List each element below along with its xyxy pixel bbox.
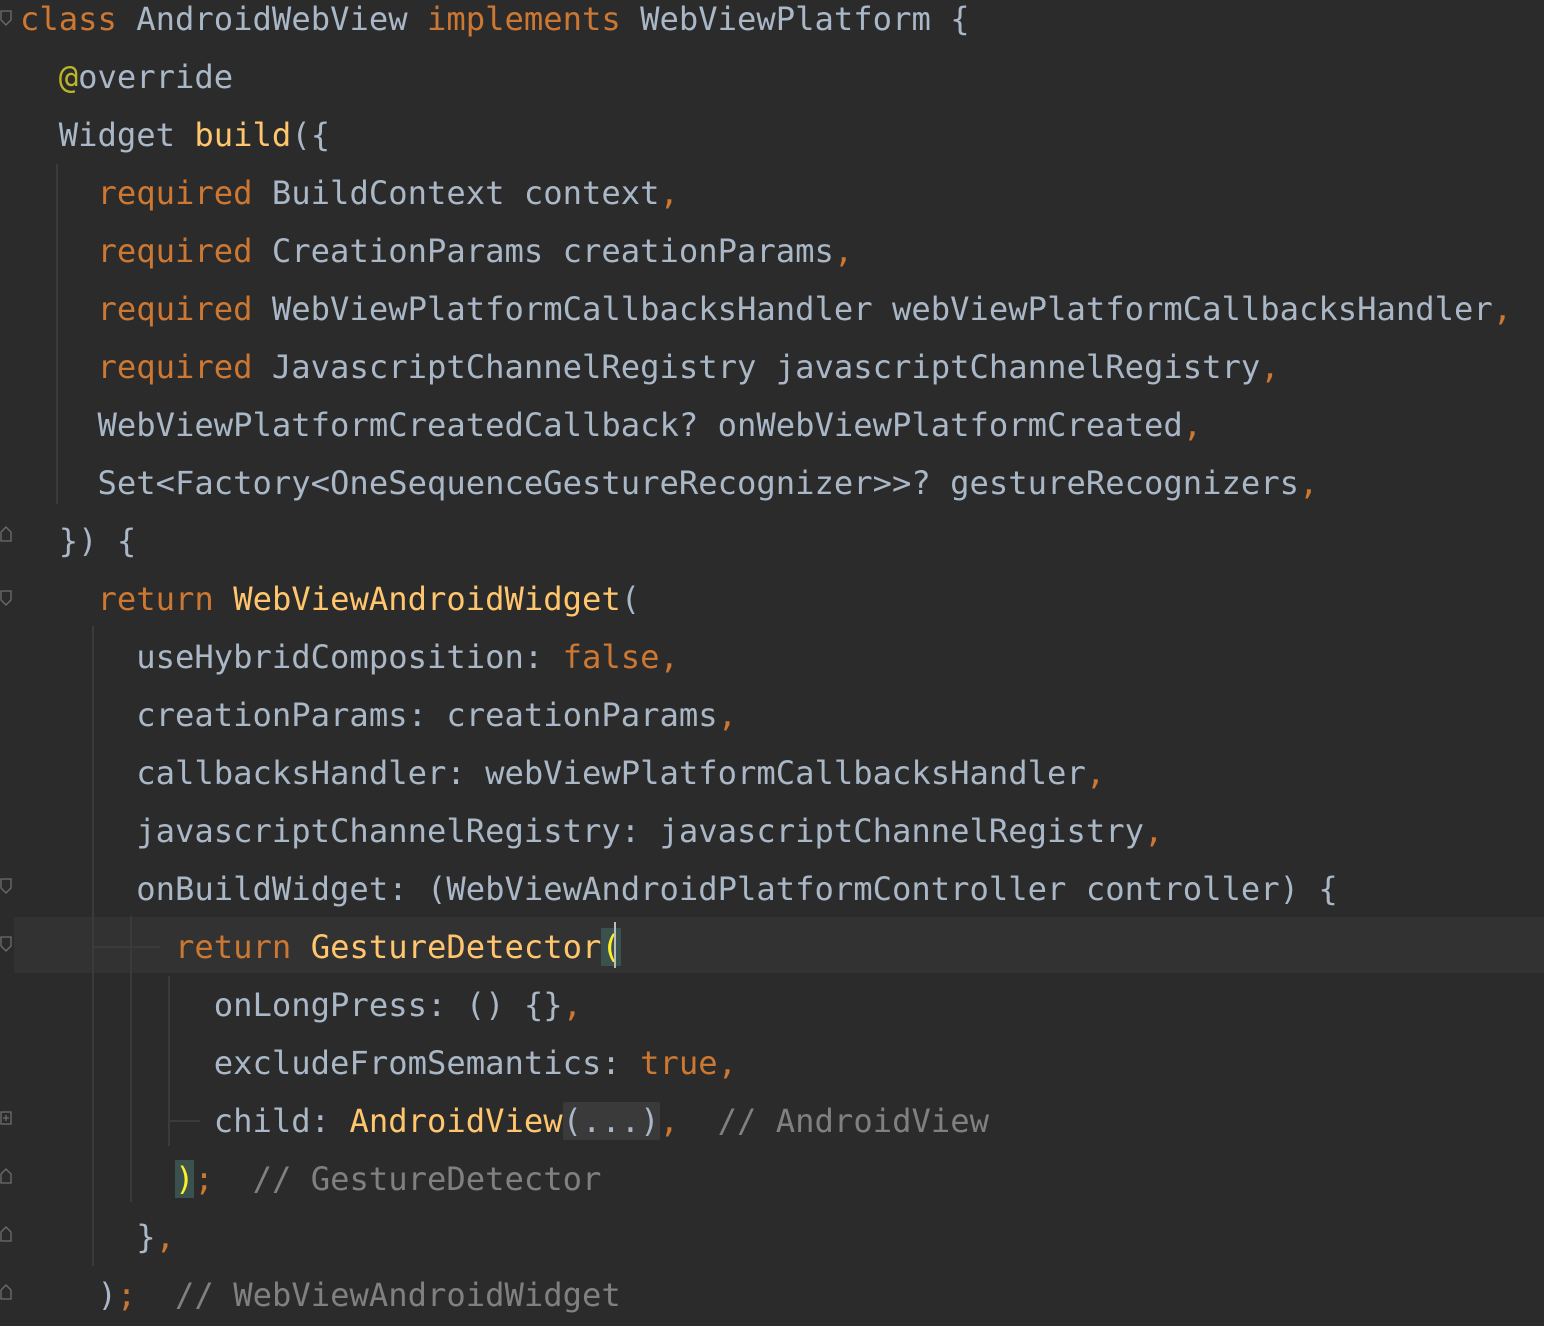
code-token: return — [20, 928, 292, 966]
code-token: , — [1492, 290, 1513, 328]
code-token: true — [640, 1044, 718, 1082]
code-line[interactable]: excludeFromSemantics: true, — [20, 1034, 737, 1092]
code-comment: // AndroidView — [678, 1102, 989, 1140]
code-line[interactable]: javascriptChannelRegistry: javascriptCha… — [20, 802, 1163, 860]
code-token: return — [20, 580, 214, 618]
text-caret — [614, 922, 616, 968]
code-token: ({ — [291, 116, 331, 154]
code-token: required — [20, 174, 253, 212]
code-token: WebViewPlatformCallbacksHandler webViewP… — [252, 290, 1493, 328]
code-token: excludeFromSemantics: — [20, 1044, 641, 1082]
code-token: WebViewPlatformCreatedCallback? onWebVie… — [20, 406, 1183, 444]
code-token: class — [20, 0, 117, 38]
code-token: WebViewAndroidWidget — [233, 580, 621, 618]
code-token: build — [194, 116, 292, 154]
code-line[interactable]: creationParams: creationParams, — [20, 686, 737, 744]
code-token: callbacksHandler: webViewPlatformCallbac… — [20, 754, 1086, 792]
code-token: creationParams: creationParams — [20, 696, 718, 734]
code-line[interactable]: }, — [20, 1208, 175, 1266]
code-line[interactable]: }) { — [20, 512, 137, 570]
code-token: child: — [20, 1102, 350, 1140]
code-line[interactable]: required CreationParams creationParams, — [20, 222, 854, 280]
code-token: useHybridComposition: — [20, 638, 563, 676]
code-line[interactable]: Widget build({ — [20, 106, 330, 164]
code-token: WebViewPlatform { — [620, 0, 970, 38]
code-line[interactable]: class AndroidWebView implements WebViewP… — [20, 0, 970, 48]
fold-marker-icon[interactable] — [0, 1284, 12, 1300]
code-token: required — [20, 348, 253, 386]
code-token: BuildContext context — [252, 174, 660, 212]
code-token: ( — [620, 580, 641, 618]
folded-region[interactable]: (...) — [562, 1102, 660, 1140]
code-token: , — [833, 232, 854, 270]
code-token: , — [1143, 812, 1164, 850]
code-line[interactable]: return GestureDetector( — [20, 918, 621, 976]
code-line[interactable]: onBuildWidget: (WebViewAndroidPlatformCo… — [20, 860, 1338, 918]
code-line[interactable]: required JavascriptChannelRegistry javas… — [20, 338, 1280, 396]
code-token: onLongPress: () {} — [20, 986, 563, 1024]
fold-marker-icon[interactable] — [0, 1226, 12, 1242]
code-token: , — [659, 174, 679, 212]
code-token: CreationParams creationParams — [252, 232, 834, 270]
code-token: @ — [20, 58, 79, 96]
code-token: ; — [194, 1160, 214, 1198]
code-token: GestureDetector — [310, 928, 602, 966]
code-token: , — [1298, 464, 1319, 502]
code-token: ( — [601, 928, 621, 966]
code-token: , — [717, 1044, 738, 1082]
code-token: required — [20, 232, 253, 270]
code-token: required — [20, 290, 253, 328]
code-token: javascriptChannelRegistry: javascriptCha… — [20, 812, 1144, 850]
fold-marker-icon[interactable] — [0, 10, 12, 26]
fold-marker-icon[interactable] — [0, 1168, 12, 1184]
code-token: , — [155, 1218, 176, 1256]
editor-gutter — [0, 0, 14, 1326]
code-line[interactable]: callbacksHandler: webViewPlatformCallbac… — [20, 744, 1105, 802]
fold-marker-icon[interactable] — [0, 590, 12, 606]
fold-marker-icon[interactable] — [0, 936, 12, 952]
fold-expand-icon[interactable] — [0, 1110, 12, 1126]
code-token: Set<Factory<OneSequenceGestureRecognizer… — [20, 464, 1299, 502]
code-line[interactable]: onLongPress: () {}, — [20, 976, 582, 1034]
code-line[interactable]: required BuildContext context, — [20, 164, 679, 222]
code-line[interactable]: required WebViewPlatformCallbacksHandler… — [20, 280, 1513, 338]
code-editor[interactable]: class AndroidWebView implements WebViewP… — [0, 0, 1544, 1326]
code-token: implements — [426, 0, 621, 38]
fold-marker-icon[interactable] — [0, 526, 12, 542]
code-token: , — [1085, 754, 1106, 792]
code-line[interactable]: ); // GestureDetector — [20, 1150, 601, 1208]
code-line[interactable]: Set<Factory<OneSequenceGestureRecognizer… — [20, 454, 1319, 512]
code-token: AndroidView — [349, 1102, 563, 1140]
code-token: ) — [20, 1276, 117, 1314]
code-comment: // WebViewAndroidWidget — [136, 1276, 621, 1314]
code-token: JavascriptChannelRegistry javascriptChan… — [252, 348, 1261, 386]
code-token: } — [20, 1218, 156, 1256]
code-line[interactable]: ); // WebViewAndroidWidget — [20, 1266, 621, 1324]
code-token: , — [659, 638, 679, 676]
code-token: AndroidWebView — [116, 0, 427, 38]
code-token: ) — [175, 1160, 195, 1198]
code-token: override — [78, 58, 234, 96]
code-line[interactable]: child: AndroidView(...), // AndroidView — [20, 1092, 989, 1150]
code-token: , — [1182, 406, 1203, 444]
code-token: false — [562, 638, 660, 676]
code-line[interactable]: @override — [20, 48, 233, 106]
code-comment: // GestureDetector — [213, 1160, 602, 1198]
code-line[interactable]: return WebViewAndroidWidget( — [20, 570, 641, 628]
code-line[interactable]: useHybridComposition: false, — [20, 628, 679, 686]
code-token: , — [659, 1102, 679, 1140]
code-token: , — [1260, 348, 1280, 386]
fold-marker-icon[interactable] — [0, 878, 12, 894]
code-token: Widget — [20, 116, 195, 154]
code-line[interactable]: WebViewPlatformCreatedCallback? onWebVie… — [20, 396, 1203, 454]
code-token: , — [562, 986, 582, 1024]
code-token: }) { — [20, 522, 137, 560]
code-token: ; — [116, 1276, 137, 1314]
code-token: onBuildWidget: (WebViewAndroidPlatformCo… — [20, 870, 1338, 908]
code-token: , — [717, 696, 738, 734]
